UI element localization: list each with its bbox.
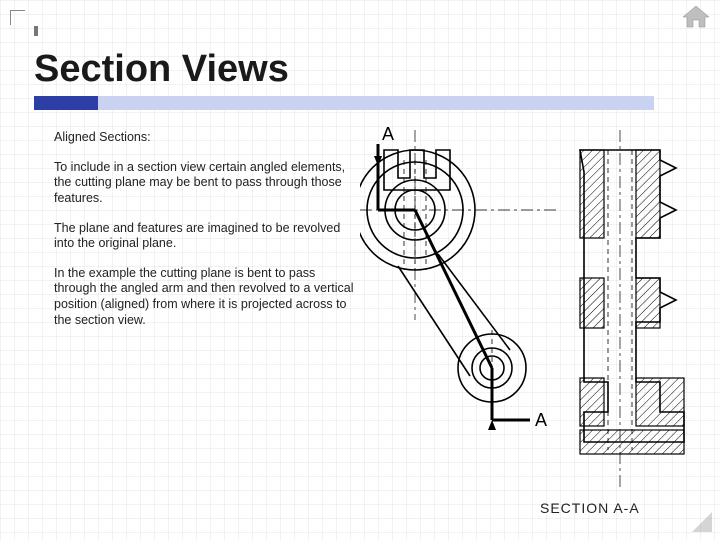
paragraph-3: In the example the cutting plane is bent… — [54, 266, 354, 329]
slide: Section Views Aligned Sections: To inclu… — [0, 0, 720, 540]
title-wrap: Section Views — [34, 48, 394, 91]
paragraph-1: To include in a section view certain ang… — [54, 160, 354, 207]
figure-aligned-section: A — [360, 120, 700, 500]
paragraph-2: The plane and features are imagined to b… — [54, 221, 354, 252]
home-icon[interactable] — [682, 6, 710, 28]
corner-fold-icon — [692, 512, 712, 532]
decoration-tick — [34, 26, 38, 36]
subheading: Aligned Sections: — [54, 130, 354, 146]
figure-caption: SECTION A-A — [540, 500, 640, 516]
body-text: Aligned Sections: To include in a sectio… — [54, 130, 354, 342]
title-underline — [34, 96, 654, 110]
corner-mark-top-left — [10, 10, 25, 25]
page-title: Section Views — [34, 48, 394, 91]
cut-label-a-bottom: A — [535, 410, 547, 430]
cut-label-a-top: A — [382, 124, 394, 144]
